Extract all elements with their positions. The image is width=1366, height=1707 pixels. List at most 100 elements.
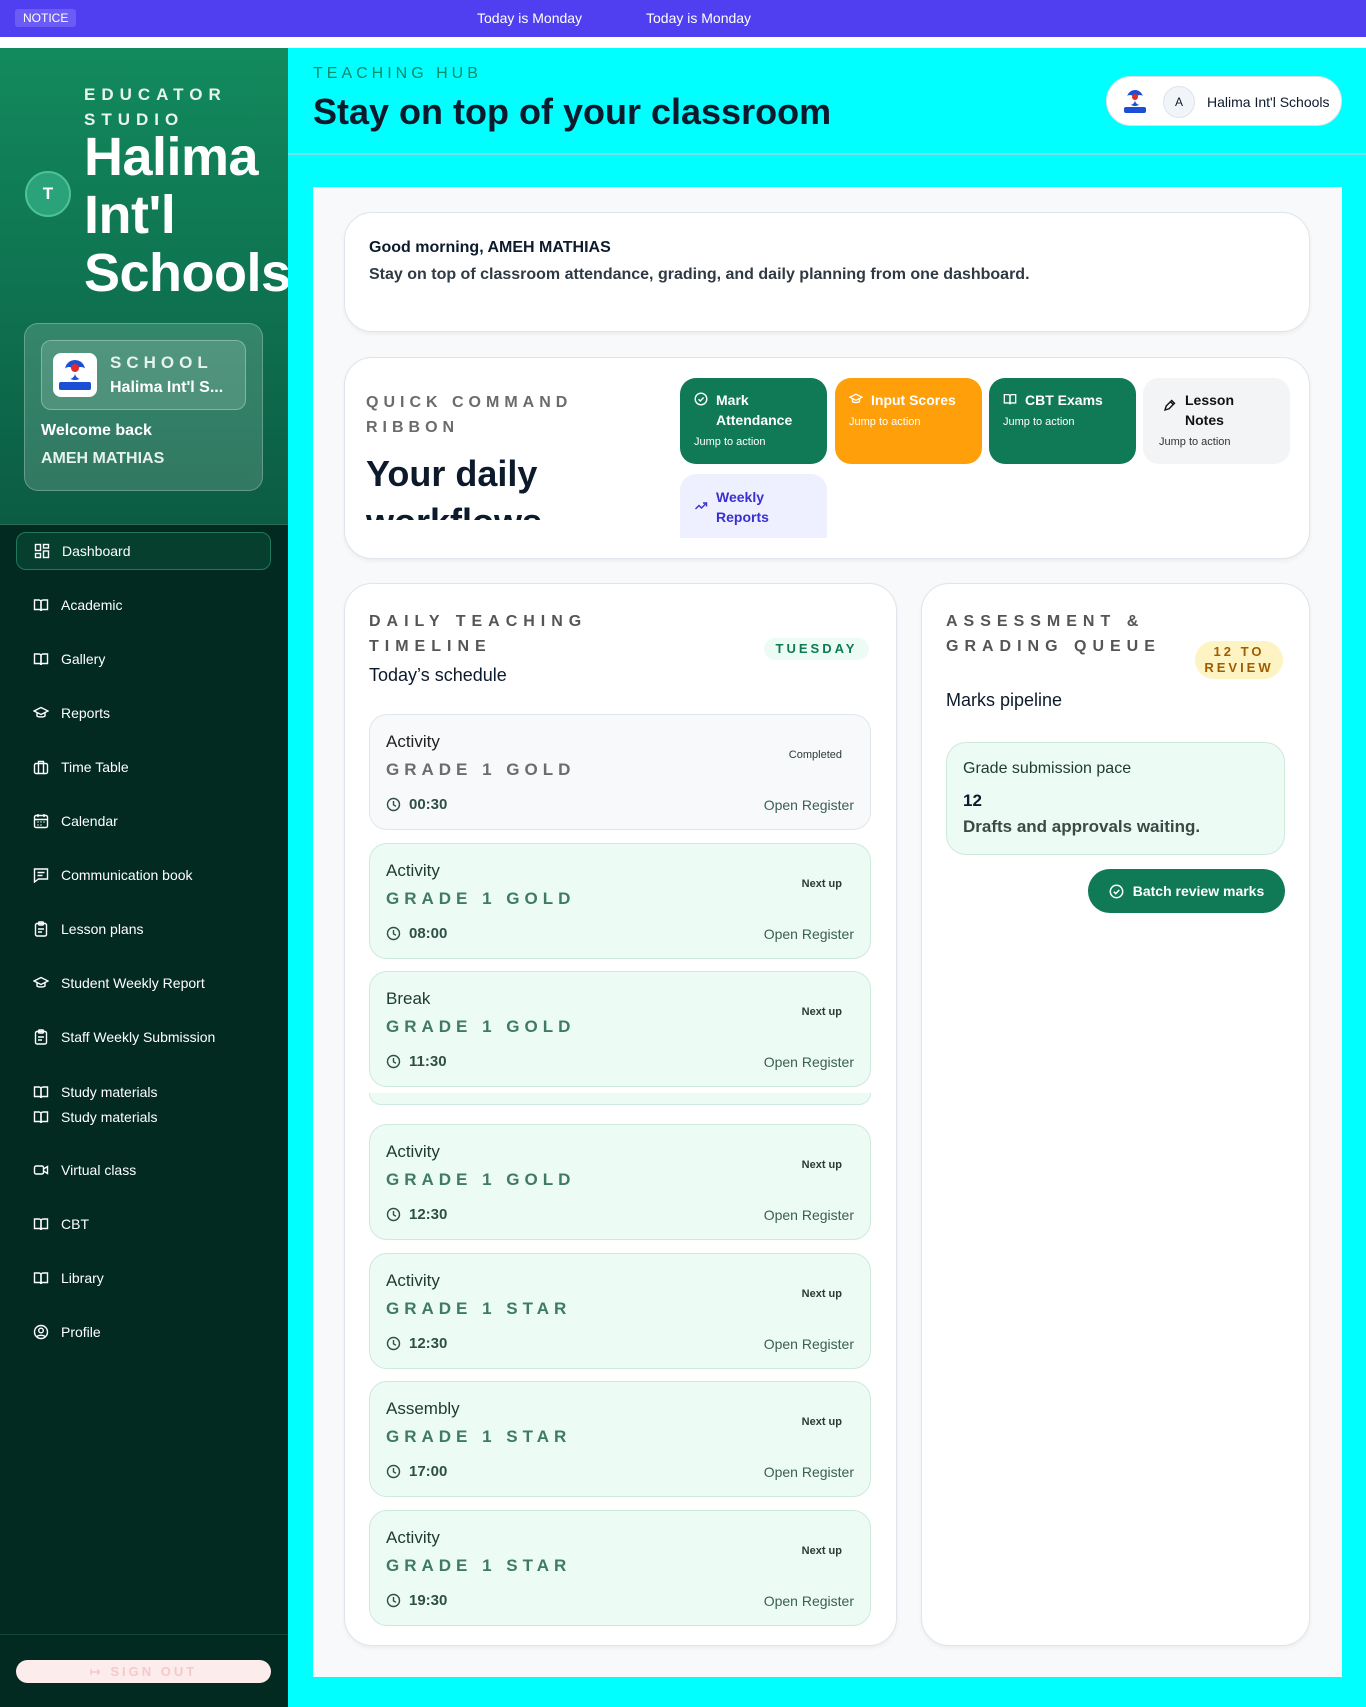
sidebar-item-label: Gallery (61, 651, 106, 667)
action-subtitle: Jump to action (849, 416, 921, 428)
mark-attendance-button[interactable]: Mark Attendance Jump to action (680, 378, 827, 464)
school-name: Halima Int'l S... (110, 379, 224, 396)
calendar-icon (33, 814, 49, 829)
input-scores-button[interactable]: Input Scores Jump to action (835, 378, 982, 464)
pace-count: 12 (963, 791, 982, 810)
brand-title: Halima Int'l Schools (84, 127, 288, 303)
notice-message: Today is Monday (477, 10, 583, 26)
class-name: GRADE 1 STAR (386, 1427, 572, 1446)
open-register-link[interactable]: Open Register (764, 1054, 854, 1070)
activity-name: Activity (386, 1528, 440, 1547)
activity-name: Break (386, 989, 431, 1008)
grade-submission-pace: Grade submission pace 12 Drafts and appr… (946, 742, 1285, 855)
activity-name: Activity (386, 1142, 440, 1161)
activity-name: Activity (386, 732, 440, 751)
open-register-link[interactable]: Open Register (764, 1336, 854, 1352)
sidebar-item-time-table[interactable]: Time Table (16, 748, 271, 786)
time-text: 12:30 (409, 1335, 448, 1352)
sidebar-item-academic[interactable]: Academic (16, 586, 271, 624)
sidebar-item-label: Virtual class (61, 1162, 137, 1178)
timeline-item[interactable]: Activity GRADE 1 STAR Next up 12:30 Open… (369, 1253, 871, 1369)
book-icon (33, 1086, 49, 1099)
check-circle-icon (1109, 884, 1124, 898)
sidebar-item-profile[interactable]: Profile (16, 1313, 271, 1351)
class-name: GRADE 1 GOLD (386, 1017, 576, 1036)
batch-review-marks-button[interactable]: Batch review marks (1088, 869, 1285, 913)
page-title: Stay on top of your classroom (313, 91, 832, 132)
action-subtitle: Jump to action (694, 436, 766, 448)
sidebar-item-virtual-class[interactable]: Virtual class (16, 1151, 271, 1189)
book-icon (33, 1218, 49, 1231)
clock-icon (386, 926, 401, 941)
action-title: Input Scores (871, 392, 956, 408)
timeline-item[interactable]: Break GRADE 1 GOLD Next up 11:30 Open Re… (369, 971, 871, 1087)
open-register-link[interactable]: Open Register (764, 1593, 854, 1609)
timeline-item[interactable]: Activity GRADE 1 GOLD Next up 08:00 Open… (369, 843, 871, 959)
sidebar-item-label: Calendar (61, 813, 118, 829)
sidebar-item-study-materials[interactable]: Study materials (16, 1106, 271, 1128)
sidebar-item-reports[interactable]: Reports (16, 694, 271, 732)
check-circle-icon (694, 392, 708, 406)
assessment-label: ASSESSMENT & GRADING QUEUE (946, 613, 1161, 655)
sidebar-item-calendar[interactable]: Calendar (16, 802, 271, 840)
timeline-item[interactable]: Assembly GRADE 1 STAR Next up 17:00 Open… (369, 1381, 871, 1497)
sidebar-item-label: Study materials (61, 1109, 158, 1125)
cbt-exams-button[interactable]: CBT Exams Jump to action (989, 378, 1136, 464)
notice-divider (0, 37, 1366, 48)
sidebar-item-lesson-plans[interactable]: Lesson plans (16, 910, 271, 948)
sidebar-item-communication-book[interactable]: Communication book (16, 856, 271, 894)
sidebar-item-label: Time Table (61, 759, 129, 775)
status-badge: Next up (801, 1288, 842, 1300)
sidebar-item-library[interactable]: Library (16, 1259, 271, 1297)
notice-message: Today is Monday (646, 10, 752, 26)
header-divider (288, 153, 1366, 155)
sidebar-item-cbt[interactable]: CBT (16, 1205, 271, 1243)
notice-tag: NOTICE (15, 9, 77, 27)
school-switcher[interactable]: SCHOOL Halima Int'l S... (41, 340, 246, 410)
pace-label: Grade submission pace (963, 760, 1132, 777)
sidebar-item-study-materials[interactable]: Study materials (16, 1081, 271, 1103)
class-name: GRADE 1 GOLD (386, 889, 576, 908)
graduation-cap-icon (33, 706, 49, 718)
sidebar-item-dashboard[interactable]: Dashboard (16, 532, 271, 570)
class-name: GRADE 1 STAR (386, 1556, 572, 1575)
time-text: 08:00 (409, 925, 448, 942)
sidebar-item-gallery[interactable]: Gallery (16, 640, 271, 678)
button-label: Batch review marks (1132, 883, 1265, 899)
clipboard-icon (34, 921, 48, 937)
open-register-link[interactable]: Open Register (764, 797, 854, 813)
greeting-title: Good morning, AMEH MATHIAS (369, 239, 611, 256)
timeline-item[interactable]: Activity GRADE 1 STAR Next up 19:30 Open… (369, 1510, 871, 1626)
sidebar-item-label: Library (61, 1270, 104, 1286)
trending-up-icon (695, 502, 708, 510)
action-subtitle: Jump to action (1003, 416, 1075, 428)
open-register-link[interactable]: Open Register (764, 926, 854, 942)
avatar[interactable]: T (25, 171, 71, 217)
sign-out-button[interactable]: ↦ SIGN OUT (16, 1660, 271, 1683)
open-register-link[interactable]: Open Register (764, 1464, 854, 1480)
book-icon (1003, 393, 1017, 405)
sidebar-item-student-weekly-report[interactable]: Student Weekly Report (16, 964, 271, 1002)
action-title: Lesson Notes (1185, 392, 1235, 428)
lesson-notes-button[interactable]: Lesson Notes Jump to action (1143, 378, 1290, 464)
pace-text: Drafts and approvals waiting. (963, 817, 1201, 836)
sidebar-item-label: Communication book (61, 867, 193, 883)
timeline-item[interactable]: Activity GRADE 1 GOLD Next up 12:30 Open… (369, 1124, 871, 1240)
action-title: Mark Attendance (716, 392, 793, 428)
sidebar-header: T EDUCATOR STUDIO Halima Int'l Schools S… (0, 48, 288, 524)
status-badge: Next up (801, 1006, 842, 1018)
sidebar-item-staff-weekly-submission[interactable]: Staff Weekly Submission (16, 1018, 271, 1056)
clipboard-icon (34, 1029, 48, 1045)
sidebar-divider (0, 524, 288, 525)
timeline-item[interactable]: Activity GRADE 1 GOLD Completed 00:30 Op… (369, 714, 871, 830)
action-title: CBT Exams (1025, 392, 1103, 408)
account-switcher[interactable]: A Halima Int'l Schools (1106, 76, 1342, 126)
clock-icon (386, 797, 401, 812)
clock-icon (386, 1054, 401, 1069)
open-register-link[interactable]: Open Register (764, 1207, 854, 1223)
studio-label: EDUCATOR STUDIO (84, 85, 227, 129)
weekly-reports-button[interactable]: Weekly Reports (680, 474, 827, 538)
video-icon (33, 1165, 49, 1175)
assessment-grading-queue: ASSESSMENT & GRADING QUEUE 12 TO REVIEW … (921, 583, 1310, 1646)
ribbon-label: QUICK COMMAND RIBBON (366, 394, 573, 436)
